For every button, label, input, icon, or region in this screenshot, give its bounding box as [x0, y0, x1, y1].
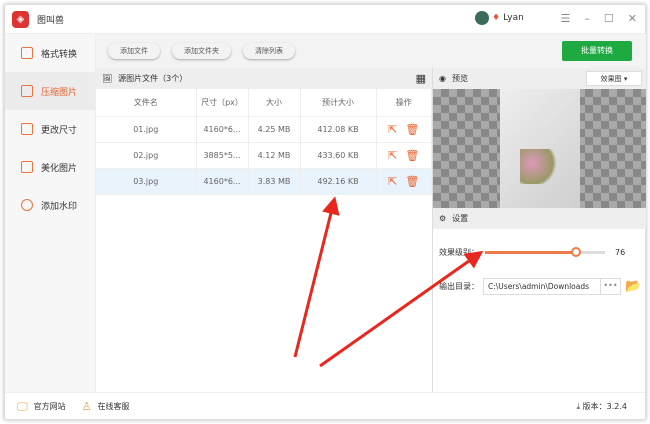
monitor-icon: 🖵 — [17, 399, 28, 413]
support-icon: ♙ — [81, 400, 92, 413]
slider-handle[interactable] — [571, 246, 582, 257]
sidebar: 格式转换 压缩图片 更改尺寸 美化图片 添加水印 — [5, 34, 96, 392]
photo — [500, 89, 580, 208]
file-size: 4.12 MB — [248, 142, 301, 169]
folder-icon[interactable]: 📂 — [625, 279, 641, 294]
sidebar-item-label: 美化图片 — [41, 163, 78, 174]
image-icon: 🖼 — [102, 74, 113, 83]
user-name[interactable]: Lyan — [503, 13, 524, 23]
support-link[interactable]: 在线客服 — [97, 401, 129, 412]
gear-icon: ⚙ — [439, 214, 447, 223]
toolbar: 添加文件 添加文件夹 清除列表 批量转换 — [96, 34, 646, 68]
output-path-field[interactable]: C:\Users\admin\Downloads — [483, 277, 601, 295]
preview-title: 预览 — [451, 74, 468, 83]
file-dims: 4160*6... — [196, 116, 249, 143]
sidebar-item-label: 添加水印 — [41, 201, 78, 212]
sidebar-item-format-convert[interactable]: 格式转换 — [5, 34, 95, 72]
open-icon[interactable]: ⇱ — [388, 175, 397, 188]
minimize-button[interactable]: – — [584, 12, 590, 25]
preview-image — [433, 89, 646, 208]
column-header: 操作 — [376, 89, 432, 117]
sidebar-item-resize[interactable]: 更改尺寸 — [5, 110, 95, 148]
browse-button[interactable]: ••• — [601, 277, 621, 295]
file-name: 03.jpg — [96, 168, 197, 195]
file-table: 文件名 尺寸（px） 大小 预计大小 操作 01.jpg 4160*6... 4.2… — [96, 89, 432, 195]
open-icon[interactable]: ⇱ — [388, 149, 397, 162]
delete-icon[interactable]: 🗑 — [405, 149, 419, 162]
vip-gem-icon: ♦ — [492, 13, 501, 23]
beautify-icon — [21, 161, 33, 173]
menu-icon[interactable]: ☰ — [561, 12, 571, 25]
sidebar-item-compress[interactable]: 压缩图片 — [5, 72, 95, 110]
column-header: 文件名 — [96, 89, 197, 117]
table-row[interactable]: 02.jpg 3885*5... 4.12 MB 433.60 KB ⇱ 🗑 — [96, 142, 432, 169]
file-list-title: 源图片文件（3个） — [118, 74, 188, 83]
table-row[interactable]: 03.jpg 4160*6... 3.83 MB 492.16 KB ⇱ 🗑 — [96, 168, 432, 195]
right-panel: ◉ 预览 效果图 ▾ ⚙ 设置 效果级别： 76 输出目录： C:\Users\… — [433, 68, 646, 392]
eye-icon: ◉ — [439, 74, 446, 83]
resize-icon — [21, 123, 33, 135]
sidebar-item-label: 压缩图片 — [41, 87, 78, 98]
app-title: 图叫兽 — [37, 15, 65, 26]
sidebar-item-label: 更改尺寸 — [41, 125, 78, 136]
estimated-size: 412.08 KB — [300, 116, 377, 143]
preview-mode-select[interactable]: 效果图 ▾ — [586, 71, 642, 86]
maximize-button[interactable]: ☐ — [604, 12, 614, 25]
compress-icon — [21, 85, 33, 97]
estimated-size: 492.16 KB — [300, 168, 377, 195]
title-bar: ◈ 图叫兽 ♦ Lyan ☰ – ☐ ✕ — [5, 5, 645, 34]
file-size: 3.83 MB — [248, 168, 301, 195]
column-header: 尺寸（px） — [196, 89, 249, 117]
clear-list-button[interactable]: 清除列表 — [243, 43, 295, 59]
file-size: 4.25 MB — [248, 116, 301, 143]
settings-title: 设置 — [452, 214, 469, 223]
user-account[interactable]: ♦ Lyan — [475, 11, 524, 25]
estimated-size: 433.60 KB — [300, 142, 377, 169]
file-dims: 4160*6... — [196, 168, 249, 195]
sidebar-item-beautify[interactable]: 美化图片 — [5, 148, 95, 186]
convert-icon — [21, 47, 33, 59]
delete-icon[interactable]: 🗑 — [405, 123, 419, 136]
open-icon[interactable]: ⇱ — [388, 123, 397, 136]
add-file-button[interactable]: 添加文件 — [108, 43, 160, 59]
app-logo-icon: ◈ — [12, 10, 29, 28]
footer: 🖵 官方网站 ♙ 在线客服 ⤓ 版本：3.2.4 — [5, 392, 645, 420]
file-dims: 3885*5... — [196, 142, 249, 169]
app-window: ◈ 图叫兽 ♦ Lyan ☰ – ☐ ✕ 格式转换 压缩图片 更改尺寸 美化图片… — [4, 4, 646, 420]
quality-label: 效果级别： — [439, 247, 479, 257]
avatar[interactable] — [475, 11, 489, 25]
website-link[interactable]: 官方网站 — [34, 401, 66, 412]
download-icon: ⤓ — [576, 402, 581, 411]
sidebar-item-label: 格式转换 — [41, 49, 78, 60]
quality-slider[interactable] — [485, 246, 605, 257]
grid-view-icon[interactable]: ▦ — [416, 72, 426, 85]
close-button[interactable]: ✕ — [628, 12, 637, 25]
delete-icon[interactable]: 🗑 — [405, 175, 419, 188]
file-list-panel: 🖼 源图片文件（3个） ▦ 文件名 尺寸（px） 大小 预计大小 操作 01.j… — [96, 68, 433, 392]
version-label: 版本：3.2.4 — [582, 402, 627, 411]
output-label: 输出目录： — [439, 281, 479, 291]
quality-value: 76 — [615, 247, 626, 257]
column-header: 大小 — [248, 89, 301, 117]
watermark-icon — [21, 199, 33, 211]
batch-convert-button[interactable]: 批量转换 — [562, 41, 632, 61]
file-name: 01.jpg — [96, 116, 197, 143]
file-name: 02.jpg — [96, 142, 197, 169]
add-folder-button[interactable]: 添加文件夹 — [172, 43, 231, 59]
sidebar-item-watermark[interactable]: 添加水印 — [5, 186, 95, 224]
column-header: 预计大小 — [300, 89, 377, 117]
table-row[interactable]: 01.jpg 4160*6... 4.25 MB 412.08 KB ⇱ 🗑 — [96, 116, 432, 143]
